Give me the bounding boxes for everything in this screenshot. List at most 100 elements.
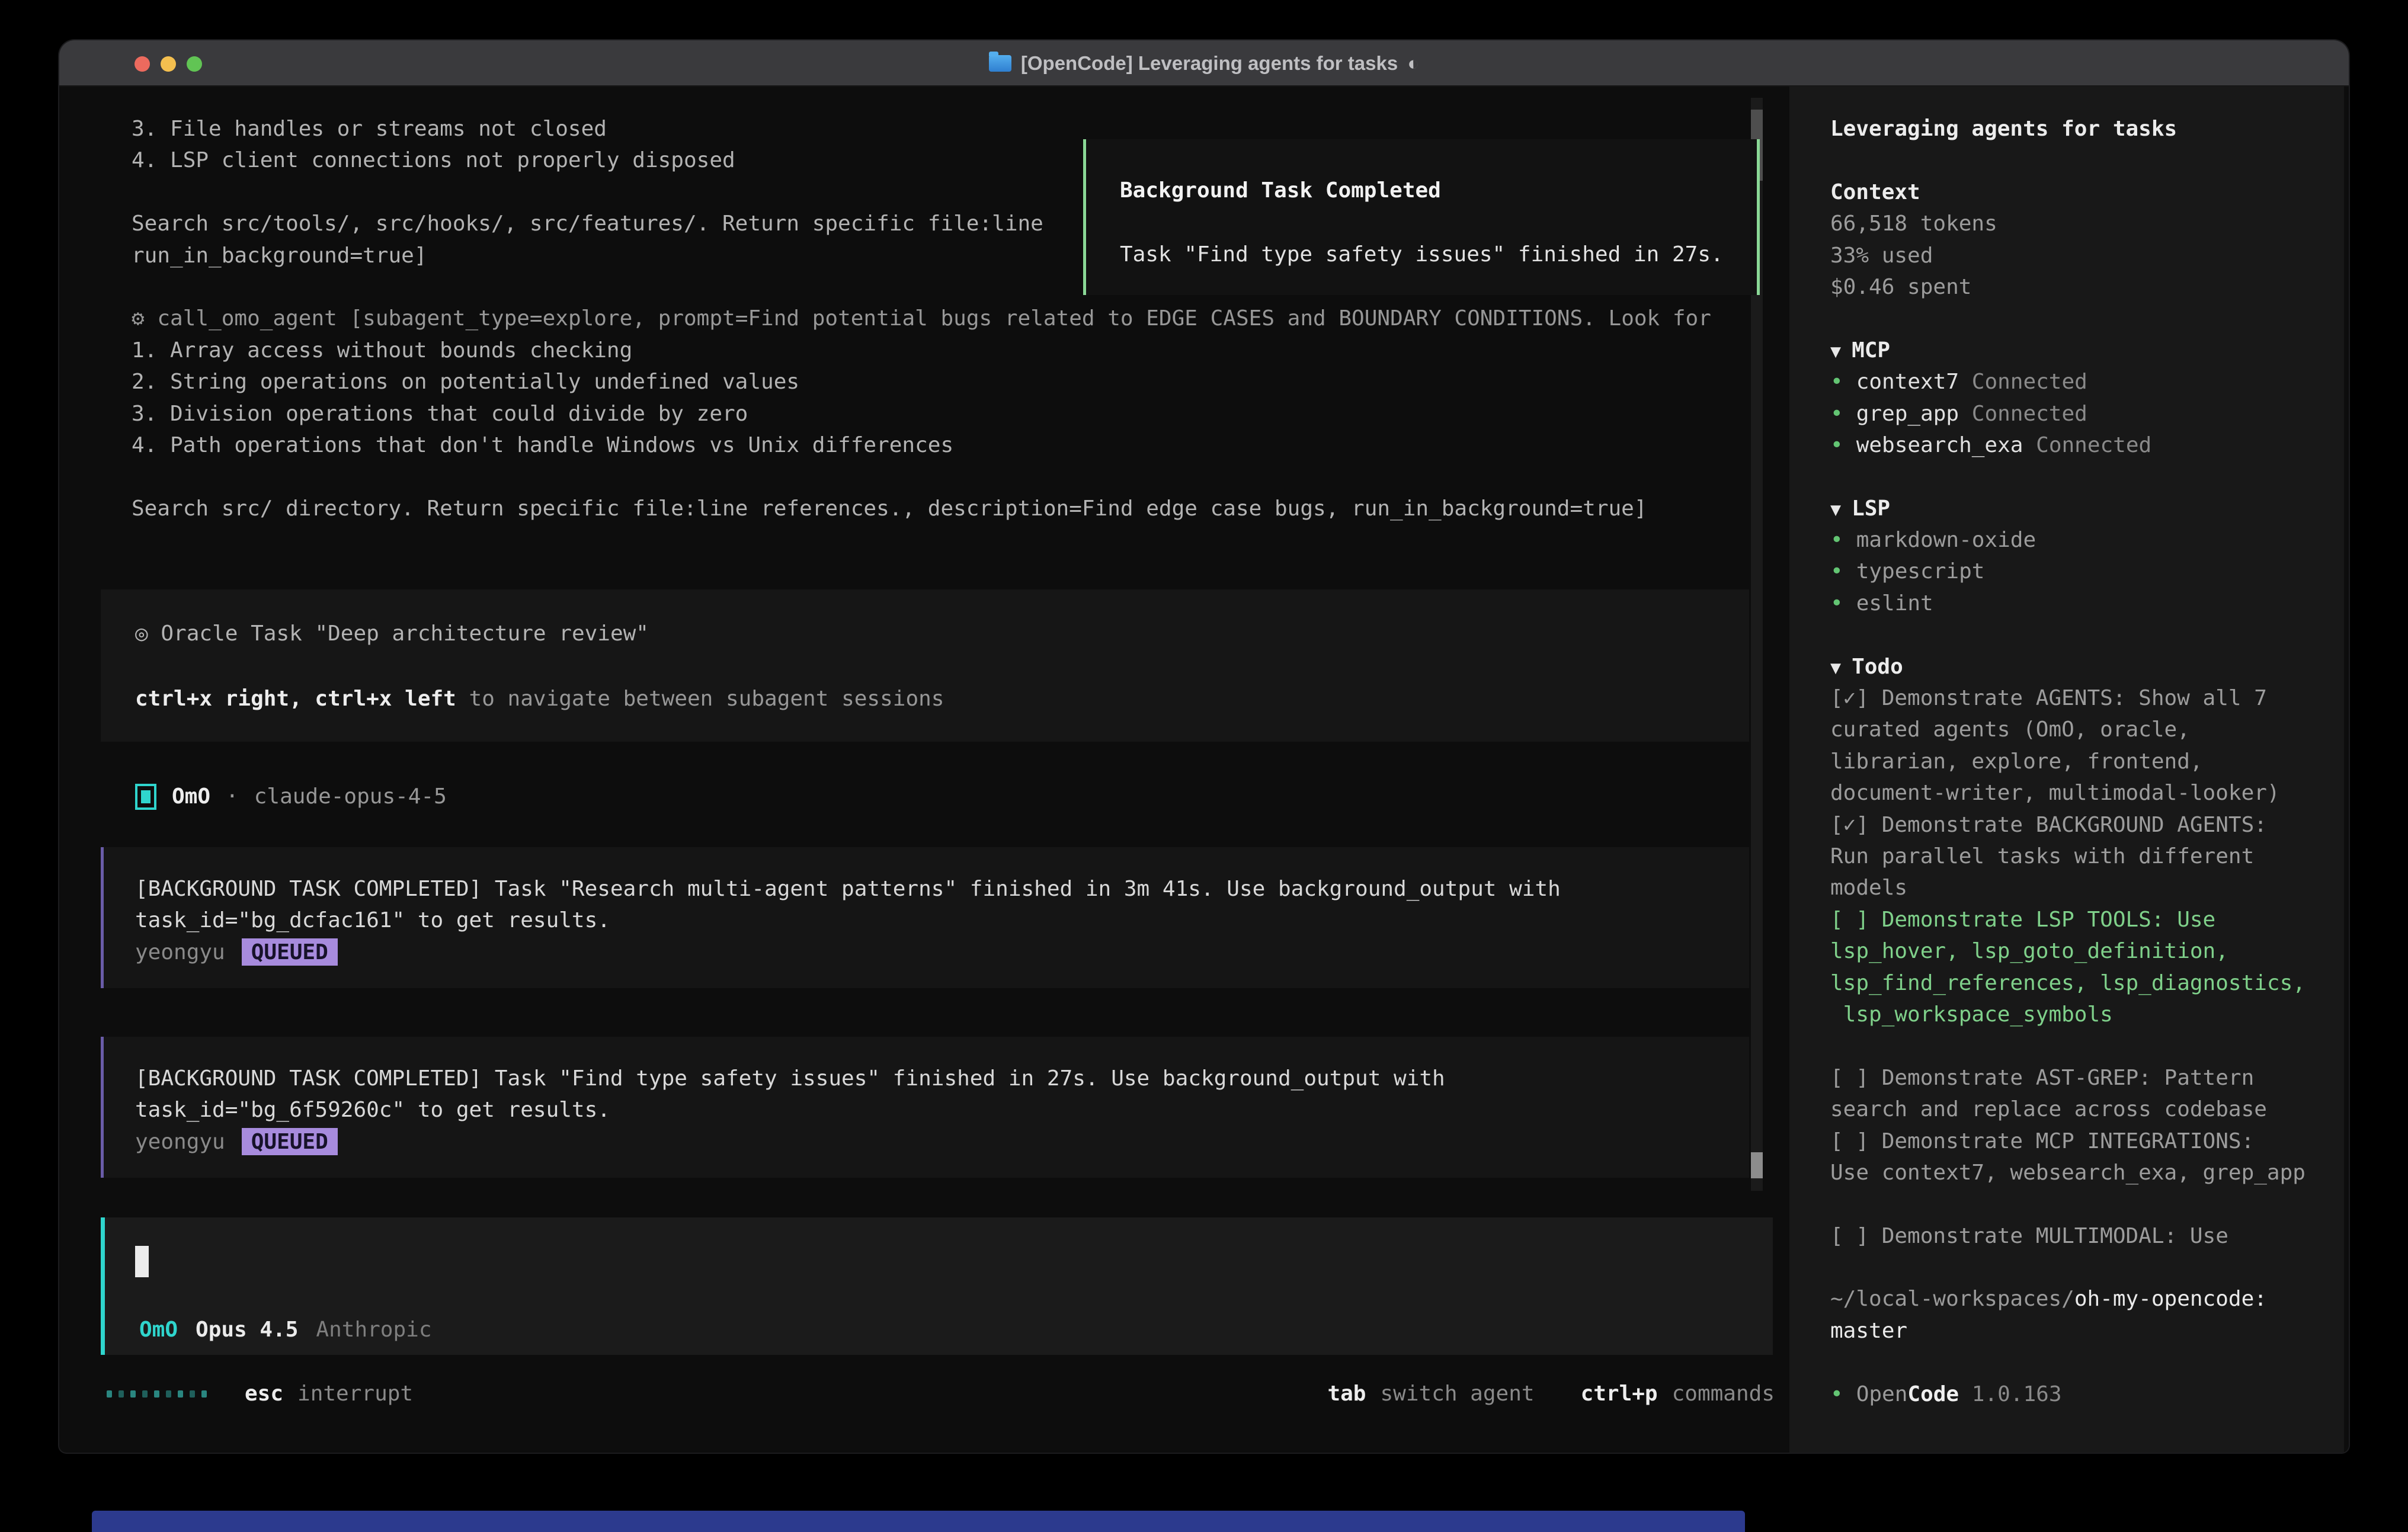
todo-line-active: lsp_workspace_symbols bbox=[1830, 999, 2304, 1030]
mcp-item: •grep_app Connected bbox=[1830, 398, 2304, 430]
chevron-down-icon: ▼ bbox=[1830, 499, 1841, 520]
task-message-line: task_id="bg_dcfac161" to get results. bbox=[135, 905, 1749, 936]
chevron-down-icon: ▼ bbox=[1830, 341, 1841, 362]
esc-key-hint: esc bbox=[245, 1382, 283, 1406]
blank-line bbox=[1830, 1188, 2304, 1220]
chevron-down-icon: ▼ bbox=[1830, 658, 1841, 678]
input-meta: OmO Opus 4.5 Anthropic bbox=[139, 1314, 432, 1345]
status-dot-icon: • bbox=[1830, 559, 1843, 584]
tool-call-footer: Search src/ directory. Return specific f… bbox=[132, 493, 1711, 524]
status-dot-icon: • bbox=[1830, 433, 1843, 457]
statusbar-left: esc interrupt bbox=[107, 1378, 413, 1409]
tool-call-item: 1. Array access without bounds checking bbox=[132, 335, 1711, 366]
blank-line bbox=[132, 461, 1711, 492]
active-agent-label: OmO bbox=[139, 1318, 178, 1342]
bullseye-icon: ◎ bbox=[135, 621, 148, 646]
notification-body: Task "Find type safety issues" finished … bbox=[1120, 239, 1757, 270]
sidebar-content: Leveraging agents for tasks Context 66,5… bbox=[1830, 113, 2304, 1410]
status-dot-icon: • bbox=[1830, 528, 1843, 552]
mcp-section-header[interactable]: ▼MCP bbox=[1830, 335, 2304, 366]
tool-call-item: 4. Path operations that don't handle Win… bbox=[132, 430, 1711, 461]
key-combo: ctrl+x right, ctrl+x left bbox=[135, 687, 456, 711]
workspace-path: ~/local-workspaces/oh-my-opencode: bbox=[1830, 1283, 2304, 1315]
workspace-branch: master bbox=[1830, 1315, 2304, 1347]
blank-line bbox=[1830, 461, 2304, 492]
agent-model: claude-opus-4-5 bbox=[254, 784, 447, 809]
todo-line: Run parallel tasks with different bbox=[1830, 841, 2304, 872]
agent-name: OmO bbox=[172, 784, 210, 809]
session-state-icon: ◐ bbox=[1407, 52, 1419, 75]
terminal-window: [OpenCode] Leveraging agents for tasks ◐… bbox=[59, 40, 2349, 1453]
background-task-notification: Background Task Completed Task "Find typ… bbox=[1083, 139, 1760, 295]
blank-line bbox=[1830, 1030, 2304, 1062]
todo-line-active: [ ] Demonstrate LSP TOOLS: Use bbox=[1830, 904, 2304, 935]
oracle-task-box: ◎ Oracle Task "Deep architecture review"… bbox=[101, 589, 1749, 742]
todo-line: Use context7, websearch_exa, grep_app bbox=[1830, 1157, 2304, 1188]
hint-text: to navigate between subagent sessions bbox=[456, 687, 944, 711]
agent-header: OmO · claude-opus-4-5 bbox=[135, 781, 447, 812]
queued-badge: QUEUED bbox=[242, 938, 338, 966]
oracle-task-title: ◎ Oracle Task "Deep architecture review" bbox=[135, 618, 1749, 649]
todo-line: [ ] Demonstrate MCP INTEGRATIONS: bbox=[1830, 1126, 2304, 1157]
session-title: Leveraging agents for tasks bbox=[1830, 113, 2304, 145]
task-message-line: [BACKGROUND TASK COMPLETED] Task "Find t… bbox=[135, 1063, 1749, 1094]
todo-line: [ ] Demonstrate MULTIMODAL: Use bbox=[1830, 1220, 2304, 1252]
todo-line: search and replace across codebase bbox=[1830, 1094, 2304, 1125]
task-user: yeongyu bbox=[135, 937, 225, 968]
task-meta-line: yeongyu QUEUED bbox=[135, 937, 1749, 968]
lsp-item: •typescript bbox=[1830, 556, 2304, 587]
status-dot-icon: • bbox=[1830, 370, 1843, 394]
text-cursor bbox=[135, 1246, 149, 1277]
todo-line-active: lsp_hover, lsp_goto_definition, bbox=[1830, 935, 2304, 967]
window-title-text: [OpenCode] Leveraging agents for tasks bbox=[1021, 52, 1398, 75]
status-dot-icon: • bbox=[1830, 591, 1843, 616]
mcp-item: •websearch_exa Connected bbox=[1830, 430, 2304, 461]
tool-call-item: 2. String operations on potentially unde… bbox=[132, 366, 1711, 398]
tab-key-hint: tab bbox=[1327, 1382, 1366, 1406]
mcp-item: •context7 Connected bbox=[1830, 366, 2304, 398]
sidebar: Leveraging agents for tasks Context 66,5… bbox=[1789, 86, 2344, 1453]
prompt-input[interactable]: OmO Opus 4.5 Anthropic bbox=[101, 1217, 1773, 1355]
todo-line: document-writer, multimodal-looker) bbox=[1830, 777, 2304, 809]
task-meta-line: yeongyu QUEUED bbox=[135, 1126, 1749, 1158]
todo-line: [✓] Demonstrate AGENTS: Show all 7 bbox=[1830, 682, 2304, 714]
context-tokens: 66,518 tokens bbox=[1830, 208, 2304, 239]
background-task-row: [BACKGROUND TASK COMPLETED] Task "Resear… bbox=[101, 847, 1749, 988]
desktop-background: [OpenCode] Leveraging agents for tasks ◐… bbox=[0, 0, 2408, 1532]
background-task-row: [BACKGROUND TASK COMPLETED] Task "Find t… bbox=[101, 1037, 1749, 1178]
ctrlp-key-label: commands bbox=[1672, 1382, 1775, 1406]
todo-line: curated agents (OmO, oracle, bbox=[1830, 714, 2304, 745]
status-dot-icon: • bbox=[1830, 1382, 1843, 1406]
background-window-strip bbox=[92, 1511, 1745, 1532]
provider-label: Anthropic bbox=[316, 1318, 431, 1342]
notification-title: Background Task Completed bbox=[1120, 175, 1757, 206]
esc-key-label: interrupt bbox=[297, 1382, 413, 1406]
todo-section-header[interactable]: ▼Todo bbox=[1830, 651, 2304, 682]
blank-line bbox=[1830, 1347, 2304, 1378]
blank-line bbox=[1830, 303, 2304, 334]
active-model-label: Opus 4.5 bbox=[196, 1318, 298, 1342]
version-line: •OpenCode 1.0.163 bbox=[1830, 1379, 2304, 1410]
tool-call-text: call_omo_agent [subagent_type=explore, p… bbox=[157, 306, 1711, 331]
lsp-section-header[interactable]: ▼LSP bbox=[1830, 493, 2304, 524]
tool-call-item: 3. Division operations that could divide… bbox=[132, 398, 1711, 430]
gear-icon: ⚙ bbox=[132, 306, 145, 331]
todo-line: [✓] Demonstrate BACKGROUND AGENTS: bbox=[1830, 809, 2304, 841]
folder-icon bbox=[989, 55, 1011, 72]
window-titlebar: [OpenCode] Leveraging agents for tasks ◐ bbox=[59, 40, 2349, 86]
spinner-icon bbox=[107, 1390, 207, 1398]
main-scrollbar-thumb[interactable] bbox=[1751, 1152, 1763, 1178]
queued-badge: QUEUED bbox=[242, 1128, 338, 1155]
blank-line bbox=[1830, 1252, 2304, 1283]
tab-key-label: switch agent bbox=[1380, 1382, 1534, 1406]
separator-dot: · bbox=[226, 784, 239, 809]
context-heading: Context bbox=[1830, 177, 2304, 208]
task-message-line: [BACKGROUND TASK COMPLETED] Task "Resear… bbox=[135, 873, 1749, 905]
todo-line: librarian, explore, frontend, bbox=[1830, 746, 2304, 777]
oracle-task-hint: ctrl+x right, ctrl+x left to navigate be… bbox=[135, 683, 1749, 714]
ctrlp-key-hint: ctrl+p bbox=[1581, 1382, 1658, 1406]
window-title: [OpenCode] Leveraging agents for tasks ◐ bbox=[59, 40, 2349, 86]
status-dot-icon: • bbox=[1830, 402, 1843, 426]
blank-line bbox=[1830, 619, 2304, 650]
todo-line-active: lsp_find_references, lsp_diagnostics, bbox=[1830, 967, 2304, 999]
